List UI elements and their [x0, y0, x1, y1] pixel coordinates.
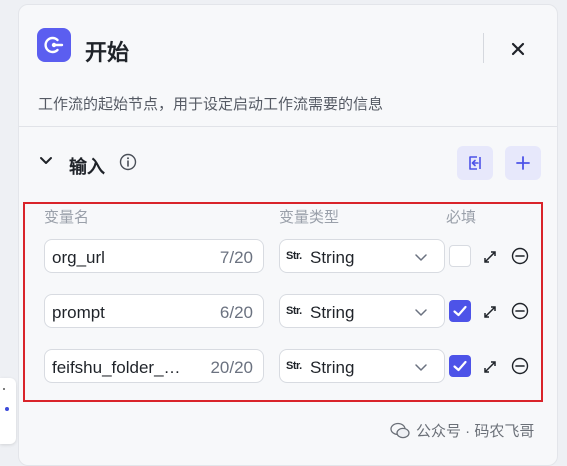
start-node-panel: 开始 工作流的起始节点，用于设定启动工作流需要的信息 输入 变量名 变量类型 必…	[18, 4, 558, 466]
section-divider	[19, 126, 557, 127]
header-divider	[483, 33, 484, 63]
expand-icon[interactable]	[482, 304, 498, 320]
remove-circle-icon[interactable]	[511, 247, 529, 265]
connection-dot	[5, 407, 9, 411]
variable-name-field[interactable]: prompt 6/20	[44, 294, 264, 328]
variable-name-value: prompt	[52, 303, 105, 322]
start-node-icon	[37, 28, 71, 62]
watermark-text: 公众号 · 码农飞哥	[416, 423, 535, 440]
required-checkbox[interactable]	[449, 300, 471, 322]
chevron-down-icon	[415, 309, 427, 316]
string-type-icon: Str.	[286, 305, 302, 317]
watermark: 公众号 · 码农飞哥	[390, 420, 534, 441]
remove-circle-icon[interactable]	[511, 302, 529, 320]
variable-name-value: org_url	[52, 248, 105, 267]
node-title: 开始	[85, 40, 130, 65]
char-count: 7/20	[219, 248, 253, 267]
char-count: 20/20	[210, 358, 253, 377]
variable-name-field[interactable]: feifshu_folder_… 20/20	[44, 349, 264, 383]
required-checkbox[interactable]	[449, 355, 471, 377]
add-variable-button[interactable]	[505, 146, 541, 180]
expand-icon[interactable]	[482, 249, 498, 265]
import-icon	[469, 156, 481, 170]
string-type-icon: Str.	[286, 360, 302, 372]
column-header-type: 变量类型	[279, 209, 340, 226]
chevron-down-icon[interactable]	[38, 153, 54, 169]
check-icon	[453, 305, 467, 317]
variable-type-value: String	[310, 303, 355, 322]
column-header-name: 变量名	[44, 209, 90, 226]
close-icon	[511, 42, 525, 56]
variable-type-select[interactable]: Str. String	[279, 294, 445, 328]
marker-dot	[3, 388, 5, 390]
column-header-required: 必填	[446, 209, 477, 226]
chevron-down-icon	[415, 254, 427, 261]
remove-circle-icon[interactable]	[511, 357, 529, 375]
variable-type-select[interactable]: Str. String	[279, 239, 445, 273]
info-icon[interactable]	[119, 153, 137, 171]
import-variables-button[interactable]	[457, 146, 493, 180]
variable-name-field[interactable]: org_url 7/20	[44, 239, 264, 273]
string-type-icon: Str.	[286, 250, 302, 262]
plus-icon	[516, 156, 530, 170]
inputs-section-title: 输入	[69, 157, 105, 177]
close-button[interactable]	[506, 37, 530, 61]
required-checkbox[interactable]	[449, 245, 471, 267]
variable-type-value: String	[310, 248, 355, 267]
node-description: 工作流的起始节点，用于设定启动工作流需要的信息	[38, 96, 384, 113]
check-icon	[453, 360, 467, 372]
variable-name-value: feifshu_folder_…	[52, 358, 181, 377]
variable-type-select[interactable]: Str. String	[279, 349, 445, 383]
char-count: 6/20	[219, 303, 253, 322]
wechat-icon	[390, 422, 410, 438]
chevron-down-icon	[415, 364, 427, 371]
expand-icon[interactable]	[482, 359, 498, 375]
side-panel-edge	[0, 378, 16, 444]
variable-type-value: String	[310, 358, 355, 377]
